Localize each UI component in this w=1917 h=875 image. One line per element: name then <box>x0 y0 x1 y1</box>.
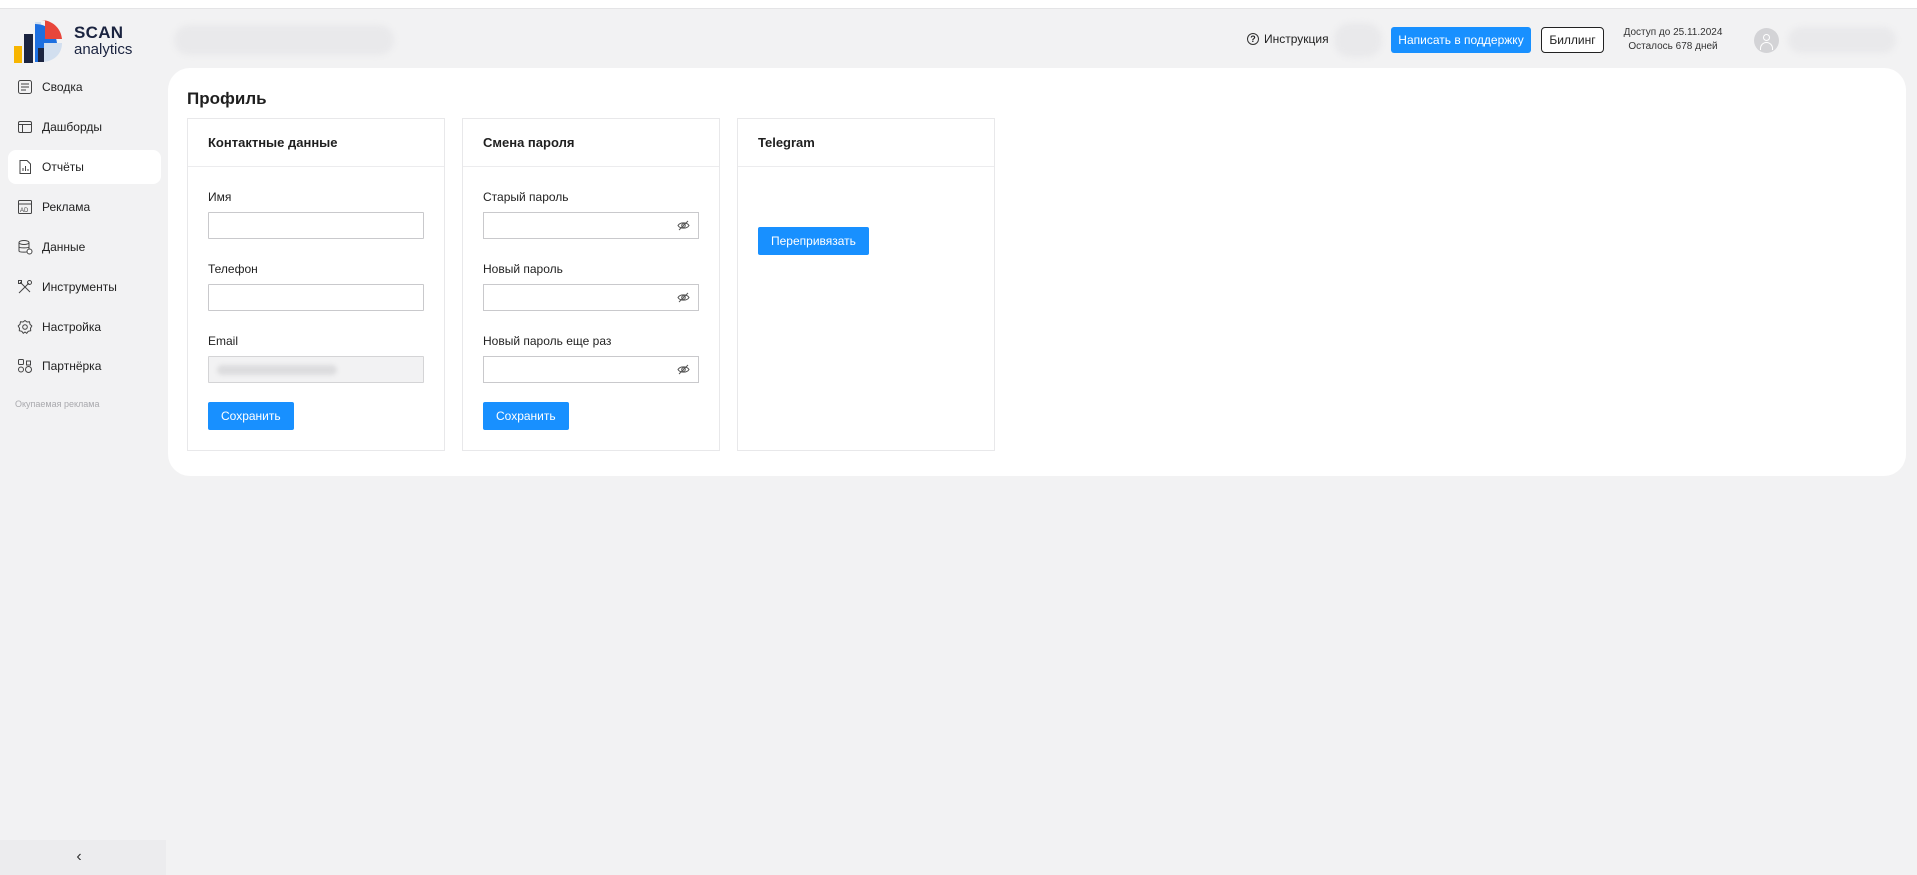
sidebar-item-label: Дашборды <box>42 120 102 134</box>
instruction-label: Инструкция <box>1264 32 1329 46</box>
sidebar-item-label: Отчёты <box>42 160 84 174</box>
sidebar-section-label: Окупаемая реклама <box>15 399 100 409</box>
password-save-button[interactable]: Сохранить <box>483 402 569 430</box>
sidebar-item-ads[interactable]: AD Реклама <box>8 190 161 224</box>
email-field <box>208 356 424 383</box>
new-password-field[interactable] <box>483 284 699 311</box>
logo-text-line1: SCAN <box>74 23 124 42</box>
browser-top-strip <box>0 0 1917 9</box>
sidebar-item-summary[interactable]: Сводка <box>8 70 161 104</box>
email-label: Email <box>208 334 239 348</box>
contact-panel: Контактные данные Имя Телефон Email Сохр… <box>187 118 445 451</box>
access-until: Доступ до 25.11.2024 <box>1623 27 1723 38</box>
top-header: SCAN analytics ? Инструкция Написать в п… <box>0 9 1917 67</box>
question-circle-icon: ? <box>1247 33 1259 45</box>
sidebar-item-label: Данные <box>42 240 86 254</box>
access-days-left: Осталось 678 дней <box>1628 41 1718 52</box>
tools-icon <box>16 278 34 296</box>
password-panel: Смена пароля Старый пароль Новый пароль … <box>462 118 720 451</box>
page-title: Профиль <box>187 89 267 108</box>
old-password-label: Старый пароль <box>483 190 569 204</box>
settings-icon <box>16 318 34 336</box>
project-selector-redacted[interactable] <box>174 25 394 55</box>
sidebar-item-label: Инструменты <box>42 280 117 294</box>
old-password-input[interactable] <box>484 213 664 238</box>
contact-save-button[interactable]: Сохранить <box>208 402 294 430</box>
database-icon <box>16 238 34 256</box>
sidebar-item-partner[interactable]: Партнёрка <box>8 349 161 383</box>
logo[interactable]: SCAN analytics <box>14 18 144 64</box>
name-field[interactable] <box>208 212 424 239</box>
sidebar-item-label: Настройка <box>42 320 102 334</box>
profile-card: Профиль Контактные данные Имя Телефон Em… <box>168 68 1906 476</box>
eye-off-icon[interactable] <box>677 219 690 232</box>
header-redacted-block <box>1334 23 1382 57</box>
repeat-password-field[interactable] <box>483 356 699 383</box>
contact-panel-heading: Контактные данные <box>188 119 444 167</box>
sidebar-item-label: Партнёрка <box>42 359 102 373</box>
user-name-redacted[interactable] <box>1788 27 1896 53</box>
summary-icon <box>16 78 34 96</box>
logo-text: SCAN analytics <box>74 24 132 57</box>
logo-mark-icon <box>14 20 62 63</box>
sidebar-item-tools[interactable]: Инструменты <box>8 270 161 304</box>
old-password-field[interactable] <box>483 212 699 239</box>
chevron-left-icon[interactable]: ‹ <box>70 848 88 866</box>
dashboard-icon <box>16 118 34 136</box>
ad-icon: AD <box>16 198 34 216</box>
user-avatar-icon[interactable] <box>1754 28 1779 53</box>
phone-field[interactable] <box>208 284 424 311</box>
sidebar-item-dashboards[interactable]: Дашборды <box>8 110 161 144</box>
billing-button[interactable]: Биллинг <box>1541 27 1604 53</box>
sidebar-item-settings[interactable]: Настройка <box>8 310 161 344</box>
new-password-label: Новый пароль <box>483 262 563 276</box>
instruction-link[interactable]: ? Инструкция <box>1247 32 1329 46</box>
report-icon <box>16 158 34 176</box>
telegram-rebind-button[interactable]: Перепривязать <box>758 227 869 255</box>
sidebar-item-data[interactable]: Данные <box>8 230 161 264</box>
svg-text:AD: AD <box>20 208 29 214</box>
sidebar-item-reports[interactable]: Отчёты <box>8 150 161 184</box>
eye-off-icon[interactable] <box>677 363 690 376</box>
name-label: Имя <box>208 190 232 204</box>
repeat-password-label: Новый пароль еще раз <box>483 334 612 348</box>
sidebar: Сводка Дашборды Отчёты AD Реклама Данные… <box>0 67 166 840</box>
logo-text-line2: analytics <box>74 41 133 58</box>
telegram-panel: Telegram Перепривязать <box>737 118 995 451</box>
repeat-password-input[interactable] <box>484 357 664 382</box>
new-password-input[interactable] <box>484 285 664 310</box>
email-value-redacted <box>217 365 337 375</box>
password-panel-heading: Смена пароля <box>463 119 719 167</box>
eye-off-icon[interactable] <box>677 291 690 304</box>
partner-icon <box>16 357 34 375</box>
phone-label: Телефон <box>208 262 258 276</box>
telegram-panel-heading: Telegram <box>738 119 994 167</box>
write-support-button[interactable]: Написать в поддержку <box>1391 27 1531 53</box>
sidebar-item-label: Сводка <box>42 80 83 94</box>
sidebar-item-label: Реклама <box>42 200 91 214</box>
access-info: Доступ до 25.11.2024 Осталось 678 дней <box>1618 26 1728 54</box>
sidebar-footer: ‹ <box>0 840 166 875</box>
